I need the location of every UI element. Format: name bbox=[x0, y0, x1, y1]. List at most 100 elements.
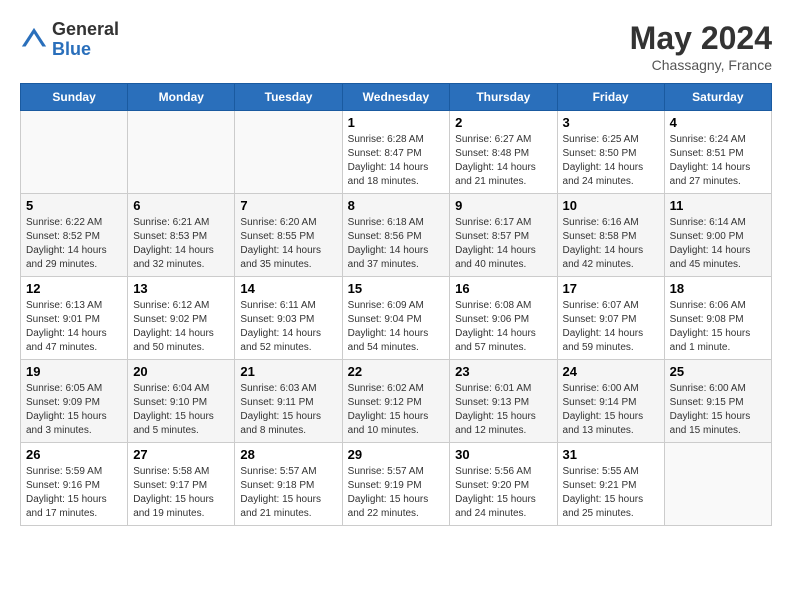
calendar-cell: 20 Sunrise: 6:04 AM Sunset: 9:10 PM Dayli… bbox=[128, 360, 235, 443]
calendar-cell: 25 Sunrise: 6:00 AM Sunset: 9:15 PM Dayli… bbox=[664, 360, 771, 443]
day-info: Sunrise: 6:06 AM Sunset: 9:08 PM Dayligh… bbox=[670, 299, 766, 355]
day-number: 5 bbox=[26, 198, 122, 213]
calendar-cell: 8Sunrise: 6:18 AM Sunset: 8:56 PM Daylig… bbox=[342, 194, 450, 277]
calendar-cell: 5Sunrise: 6:22 AM Sunset: 8:52 PM Daylig… bbox=[21, 194, 128, 277]
calendar-cell: 7 Sunrise: 6:20 AM Sunset: 8:55 PM Daylig… bbox=[235, 194, 342, 277]
day-number: 1 bbox=[348, 115, 445, 130]
weekday-header-sunday: Sunday bbox=[21, 84, 128, 111]
day-number: 29 bbox=[348, 447, 445, 462]
day-number: 19 bbox=[26, 364, 122, 379]
day-number: 27 bbox=[133, 447, 229, 462]
day-number: 21 bbox=[240, 364, 336, 379]
header-row: SundayMondayTuesdayWednesdayThursdayFrid… bbox=[21, 84, 772, 111]
day-info: Sunrise: 6:16 AM Sunset: 8:58 PM Dayligh… bbox=[563, 216, 659, 272]
calendar-cell: 14 Sunrise: 6:11 AM Sunset: 9:03 PM Dayli… bbox=[235, 277, 342, 360]
day-number: 26 bbox=[26, 447, 122, 462]
calendar-cell: 16 Sunrise: 6:08 AM Sunset: 9:06 PM Dayli… bbox=[450, 277, 557, 360]
calendar-cell: 17 Sunrise: 6:07 AM Sunset: 9:07 PM Dayli… bbox=[557, 277, 664, 360]
day-info: Sunrise: 6:17 AM Sunset: 8:57 PM Dayligh… bbox=[455, 216, 551, 272]
day-info: Sunrise: 6:11 AM Sunset: 9:03 PM Dayligh… bbox=[240, 299, 336, 355]
day-info: Sunrise: 6:08 AM Sunset: 9:06 PM Dayligh… bbox=[455, 299, 551, 355]
day-info: Sunrise: 6:00 AM Sunset: 9:15 PM Dayligh… bbox=[670, 382, 766, 438]
weekday-header-tuesday: Tuesday bbox=[235, 84, 342, 111]
calendar-cell: 4Sunrise: 6:24 AM Sunset: 8:51 PM Daylig… bbox=[664, 111, 771, 194]
calendar-cell: 31 Sunrise: 5:55 AM Sunset: 9:21 PM Dayli… bbox=[557, 443, 664, 526]
day-number: 31 bbox=[563, 447, 659, 462]
calendar-cell: 24 Sunrise: 6:00 AM Sunset: 9:14 PM Dayli… bbox=[557, 360, 664, 443]
location-subtitle: Chassagny, France bbox=[630, 57, 772, 73]
calendar-week-row: 26Sunrise: 5:59 AM Sunset: 9:16 PM Dayli… bbox=[21, 443, 772, 526]
calendar-cell: 28 Sunrise: 5:57 AM Sunset: 9:18 PM Dayli… bbox=[235, 443, 342, 526]
day-info: Sunrise: 6:03 AM Sunset: 9:11 PM Dayligh… bbox=[240, 382, 336, 438]
day-number: 16 bbox=[455, 281, 551, 296]
calendar-cell: 12 Sunrise: 6:13 AM Sunset: 9:01 PM Dayli… bbox=[21, 277, 128, 360]
calendar-cell: 27Sunrise: 5:58 AM Sunset: 9:17 PM Dayli… bbox=[128, 443, 235, 526]
day-info: Sunrise: 6:07 AM Sunset: 9:07 PM Dayligh… bbox=[563, 299, 659, 355]
day-info: Sunrise: 6:13 AM Sunset: 9:01 PM Dayligh… bbox=[26, 299, 122, 355]
day-info: Sunrise: 6:28 AM Sunset: 8:47 PM Dayligh… bbox=[348, 133, 445, 189]
calendar-week-row: 1 Sunrise: 6:28 AM Sunset: 8:47 PM Daylig… bbox=[21, 111, 772, 194]
calendar-cell: 9 Sunrise: 6:17 AM Sunset: 8:57 PM Daylig… bbox=[450, 194, 557, 277]
day-number: 30 bbox=[455, 447, 551, 462]
day-info: Sunrise: 6:09 AM Sunset: 9:04 PM Dayligh… bbox=[348, 299, 445, 355]
day-info: Sunrise: 6:14 AM Sunset: 9:00 PM Dayligh… bbox=[670, 216, 766, 272]
calendar-cell: 19 Sunrise: 6:05 AM Sunset: 9:09 PM Dayli… bbox=[21, 360, 128, 443]
title-block: May 2024 Chassagny, France bbox=[630, 20, 772, 73]
day-info: Sunrise: 6:05 AM Sunset: 9:09 PM Dayligh… bbox=[26, 382, 122, 438]
day-info: Sunrise: 6:02 AM Sunset: 9:12 PM Dayligh… bbox=[348, 382, 445, 438]
day-number: 9 bbox=[455, 198, 551, 213]
day-number: 14 bbox=[240, 281, 336, 296]
logo: General Blue bbox=[20, 20, 119, 60]
day-number: 12 bbox=[26, 281, 122, 296]
day-number: 13 bbox=[133, 281, 229, 296]
calendar-cell bbox=[235, 111, 342, 194]
calendar-cell: 15 Sunrise: 6:09 AM Sunset: 9:04 PM Dayli… bbox=[342, 277, 450, 360]
weekday-header-monday: Monday bbox=[128, 84, 235, 111]
calendar-week-row: 12 Sunrise: 6:13 AM Sunset: 9:01 PM Dayli… bbox=[21, 277, 772, 360]
day-number: 20 bbox=[133, 364, 229, 379]
calendar-cell: 22Sunrise: 6:02 AM Sunset: 9:12 PM Dayli… bbox=[342, 360, 450, 443]
calendar-week-row: 5Sunrise: 6:22 AM Sunset: 8:52 PM Daylig… bbox=[21, 194, 772, 277]
day-info: Sunrise: 6:20 AM Sunset: 8:55 PM Dayligh… bbox=[240, 216, 336, 272]
day-info: Sunrise: 5:55 AM Sunset: 9:21 PM Dayligh… bbox=[563, 465, 659, 521]
day-info: Sunrise: 6:12 AM Sunset: 9:02 PM Dayligh… bbox=[133, 299, 229, 355]
day-number: 25 bbox=[670, 364, 766, 379]
day-number: 17 bbox=[563, 281, 659, 296]
day-info: Sunrise: 5:57 AM Sunset: 9:18 PM Dayligh… bbox=[240, 465, 336, 521]
page-header: General Blue May 2024 Chassagny, France bbox=[20, 20, 772, 73]
calendar-cell bbox=[664, 443, 771, 526]
day-number: 7 bbox=[240, 198, 336, 213]
day-info: Sunrise: 5:56 AM Sunset: 9:20 PM Dayligh… bbox=[455, 465, 551, 521]
logo-blue-text: Blue bbox=[52, 40, 119, 60]
calendar-cell: 11 Sunrise: 6:14 AM Sunset: 9:00 PM Dayli… bbox=[664, 194, 771, 277]
calendar-cell bbox=[21, 111, 128, 194]
calendar-week-row: 19 Sunrise: 6:05 AM Sunset: 9:09 PM Dayli… bbox=[21, 360, 772, 443]
calendar-body: 1 Sunrise: 6:28 AM Sunset: 8:47 PM Daylig… bbox=[21, 111, 772, 526]
day-info: Sunrise: 6:21 AM Sunset: 8:53 PM Dayligh… bbox=[133, 216, 229, 272]
weekday-header-saturday: Saturday bbox=[664, 84, 771, 111]
day-number: 3 bbox=[563, 115, 659, 130]
day-info: Sunrise: 6:27 AM Sunset: 8:48 PM Dayligh… bbox=[455, 133, 551, 189]
calendar-cell: 13 Sunrise: 6:12 AM Sunset: 9:02 PM Dayli… bbox=[128, 277, 235, 360]
day-number: 28 bbox=[240, 447, 336, 462]
day-number: 10 bbox=[563, 198, 659, 213]
day-info: Sunrise: 6:00 AM Sunset: 9:14 PM Dayligh… bbox=[563, 382, 659, 438]
calendar-cell: 23Sunrise: 6:01 AM Sunset: 9:13 PM Dayli… bbox=[450, 360, 557, 443]
day-number: 6 bbox=[133, 198, 229, 213]
calendar-header: SundayMondayTuesdayWednesdayThursdayFrid… bbox=[21, 84, 772, 111]
day-info: Sunrise: 6:24 AM Sunset: 8:51 PM Dayligh… bbox=[670, 133, 766, 189]
day-info: Sunrise: 6:04 AM Sunset: 9:10 PM Dayligh… bbox=[133, 382, 229, 438]
day-info: Sunrise: 6:25 AM Sunset: 8:50 PM Dayligh… bbox=[563, 133, 659, 189]
day-number: 24 bbox=[563, 364, 659, 379]
calendar-cell: 26Sunrise: 5:59 AM Sunset: 9:16 PM Dayli… bbox=[21, 443, 128, 526]
day-number: 15 bbox=[348, 281, 445, 296]
weekday-header-friday: Friday bbox=[557, 84, 664, 111]
logo-general-text: General bbox=[52, 20, 119, 40]
day-number: 11 bbox=[670, 198, 766, 213]
calendar-cell: 3 Sunrise: 6:25 AM Sunset: 8:50 PM Daylig… bbox=[557, 111, 664, 194]
calendar-cell: 1 Sunrise: 6:28 AM Sunset: 8:47 PM Daylig… bbox=[342, 111, 450, 194]
calendar-cell: 30 Sunrise: 5:56 AM Sunset: 9:20 PM Dayli… bbox=[450, 443, 557, 526]
day-number: 8 bbox=[348, 198, 445, 213]
calendar-cell: 10 Sunrise: 6:16 AM Sunset: 8:58 PM Dayli… bbox=[557, 194, 664, 277]
day-number: 18 bbox=[670, 281, 766, 296]
